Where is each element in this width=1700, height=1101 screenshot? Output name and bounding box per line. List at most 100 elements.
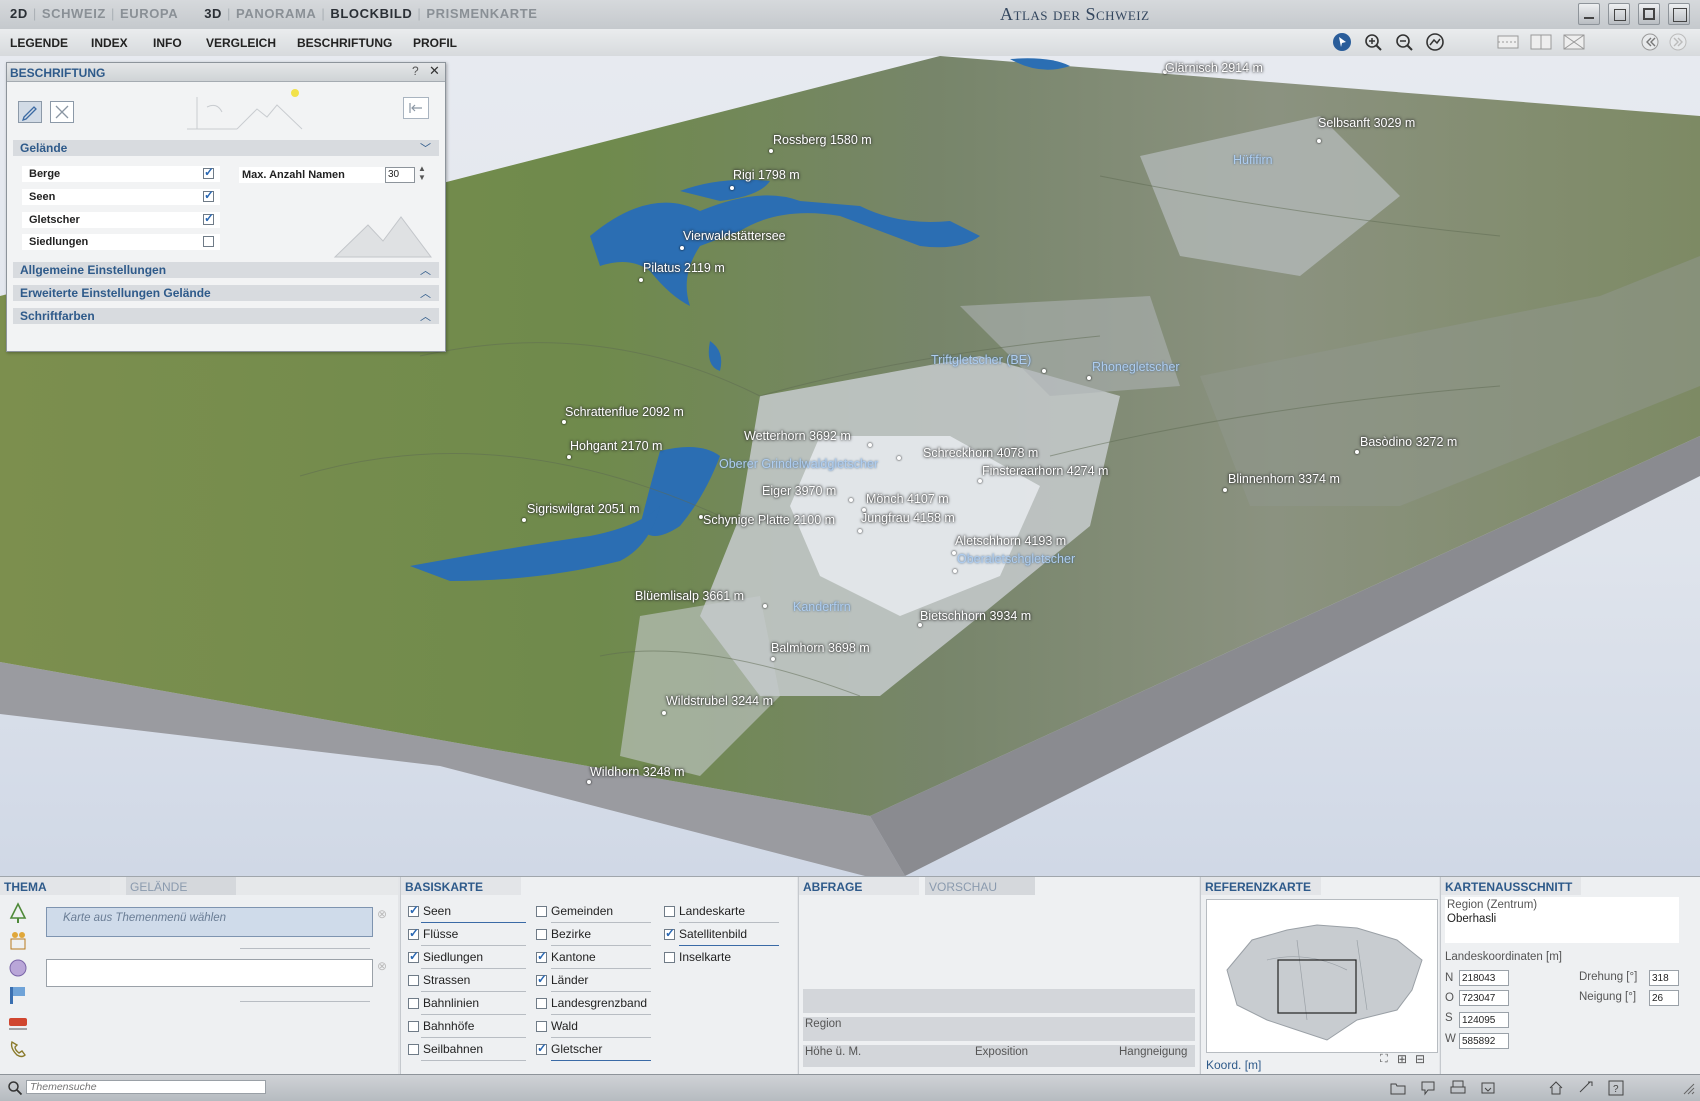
tab-vorschau[interactable]: VORSCHAU bbox=[925, 877, 1035, 895]
section-schriftfarben[interactable]: Schriftfarben ︿ bbox=[13, 308, 439, 324]
opacity-slider[interactable] bbox=[679, 945, 779, 946]
mode-schweiz[interactable]: SCHWEIZ bbox=[42, 6, 106, 21]
clear-icon[interactable]: ⊗ bbox=[377, 907, 387, 921]
tab-gelaende[interactable]: GELÄNDE bbox=[126, 877, 236, 895]
reference-map[interactable] bbox=[1206, 899, 1438, 1053]
rotate-view-icon[interactable] bbox=[1425, 32, 1445, 52]
delete-label-button[interactable] bbox=[50, 101, 74, 123]
opacity-slider[interactable] bbox=[551, 1060, 651, 1061]
option-gletscher[interactable]: Gletscher bbox=[22, 211, 220, 228]
tab-thema[interactable]: THEMA bbox=[0, 877, 110, 895]
help-icon[interactable]: ? bbox=[412, 64, 419, 78]
opacity-slider[interactable] bbox=[421, 1014, 526, 1015]
close-window-button[interactable] bbox=[1668, 3, 1690, 25]
close-icon[interactable]: ✕ bbox=[429, 63, 440, 79]
checkbox[interactable] bbox=[664, 906, 675, 917]
n-input[interactable]: 218043 bbox=[1459, 970, 1509, 986]
resize-grip-icon[interactable] bbox=[1680, 1080, 1696, 1096]
home-icon[interactable] bbox=[1548, 1080, 1564, 1096]
o-input[interactable]: 723047 bbox=[1459, 990, 1509, 1006]
zoom-in-icon[interactable] bbox=[1363, 32, 1383, 52]
opacity-slider[interactable] bbox=[421, 1060, 526, 1061]
checkbox[interactable] bbox=[408, 926, 419, 940]
w-input[interactable]: 585892 bbox=[1459, 1033, 1509, 1049]
opacity-slider[interactable] bbox=[551, 945, 651, 946]
max-names-input[interactable]: 30 bbox=[385, 167, 415, 183]
checkbox[interactable] bbox=[408, 903, 419, 917]
checkbox[interactable] bbox=[536, 1041, 547, 1055]
checkbox[interactable] bbox=[536, 1021, 547, 1032]
section-allgemeine[interactable]: Allgemeine Einstellungen ︿ bbox=[13, 262, 439, 278]
section-erweiterte[interactable]: Erweiterte Einstellungen Gelände ︿ bbox=[13, 285, 439, 301]
comment-icon[interactable] bbox=[1420, 1080, 1436, 1096]
checkbox[interactable] bbox=[664, 926, 675, 940]
clear-icon[interactable]: ⊗ bbox=[377, 959, 387, 973]
folder-icon[interactable] bbox=[1390, 1080, 1406, 1096]
fullscreen-button[interactable] bbox=[1608, 3, 1630, 25]
gletscher-checkbox[interactable] bbox=[203, 211, 214, 225]
expand-right-icon[interactable] bbox=[1668, 32, 1688, 52]
export-icon[interactable] bbox=[1480, 1080, 1496, 1096]
checkbox[interactable] bbox=[664, 952, 675, 963]
checkbox[interactable] bbox=[408, 1021, 419, 1032]
opacity-slider[interactable] bbox=[421, 991, 526, 992]
mode-2d[interactable]: 2D bbox=[10, 6, 28, 21]
print-icon[interactable] bbox=[1450, 1080, 1466, 1096]
zoom-minus-icon[interactable]: ⊟ bbox=[1415, 1052, 1425, 1066]
themensuche-input[interactable] bbox=[26, 1080, 266, 1094]
people-icon[interactable] bbox=[7, 929, 29, 951]
panel-titlebar[interactable]: BESCHRIFTUNG ? ✕ bbox=[7, 63, 445, 82]
neigung-input[interactable]: 26 bbox=[1649, 990, 1679, 1006]
checkbox[interactable] bbox=[536, 972, 547, 986]
mode-blockbild[interactable]: BLOCKBILD bbox=[330, 6, 412, 21]
pointer-icon[interactable] bbox=[1332, 32, 1352, 52]
option-berge[interactable]: Berge bbox=[22, 165, 220, 182]
phone-icon[interactable] bbox=[7, 1038, 29, 1060]
settings-icon[interactable] bbox=[1578, 1080, 1594, 1096]
option-siedlungen[interactable]: Siedlungen bbox=[22, 234, 220, 250]
help-button-icon[interactable]: ? bbox=[1608, 1080, 1624, 1096]
opacity-slider[interactable] bbox=[421, 968, 526, 969]
collapse-left-icon[interactable] bbox=[1640, 32, 1660, 52]
train-icon[interactable] bbox=[7, 1011, 29, 1033]
option-seen[interactable]: Seen bbox=[22, 188, 220, 205]
maximize-button[interactable] bbox=[1638, 3, 1660, 25]
opacity-slider[interactable] bbox=[421, 1037, 526, 1038]
thema-select[interactable]: Karte aus Themenmenü wählen bbox=[46, 907, 373, 937]
thema-secondary-select[interactable] bbox=[46, 959, 373, 987]
mode-prismenkarte[interactable]: PRISMENKARTE bbox=[426, 6, 537, 21]
opacity-slider[interactable] bbox=[421, 922, 526, 923]
opacity-slider[interactable] bbox=[679, 922, 779, 923]
mode-panorama[interactable]: PANORAMA bbox=[236, 6, 316, 21]
tree-icon[interactable] bbox=[7, 902, 29, 924]
fit-extent-icon[interactable]: ⛶ bbox=[1380, 1053, 1388, 1066]
opacity-slider[interactable] bbox=[551, 922, 651, 923]
menu-index[interactable]: INDEX bbox=[91, 36, 128, 50]
slider-track[interactable] bbox=[240, 948, 370, 949]
zoom-plus-icon[interactable]: ⊞ bbox=[1397, 1052, 1407, 1066]
opacity-slider[interactable] bbox=[551, 991, 651, 992]
mode-europa[interactable]: EUROPA bbox=[120, 6, 178, 21]
opacity-slider[interactable] bbox=[551, 1014, 651, 1015]
opacity-slider[interactable] bbox=[421, 945, 526, 946]
tab-abfrage[interactable]: ABFRAGE bbox=[799, 877, 919, 895]
checkbox[interactable] bbox=[536, 998, 547, 1009]
minimize-button[interactable] bbox=[1578, 3, 1600, 25]
zoom-out-icon[interactable] bbox=[1394, 32, 1414, 52]
berge-checkbox[interactable] bbox=[203, 165, 214, 179]
checkbox[interactable] bbox=[408, 998, 419, 1009]
menu-vergleich[interactable]: VERGLEICH bbox=[206, 36, 276, 50]
opacity-slider[interactable] bbox=[551, 1037, 651, 1038]
edit-label-button[interactable] bbox=[18, 101, 42, 123]
siedlungen-checkbox[interactable] bbox=[203, 236, 214, 247]
checkbox[interactable] bbox=[408, 949, 419, 963]
section-gelaende[interactable]: Gelände ﹀ bbox=[13, 140, 439, 156]
checkbox[interactable] bbox=[408, 975, 419, 986]
checkbox[interactable] bbox=[408, 1044, 419, 1055]
s-input[interactable]: 124095 bbox=[1459, 1012, 1509, 1028]
checkbox[interactable] bbox=[536, 949, 547, 963]
mode-3d[interactable]: 3D bbox=[204, 6, 222, 21]
no-split-icon[interactable] bbox=[1562, 32, 1586, 52]
dock-button[interactable] bbox=[403, 97, 429, 119]
stepper-icon[interactable]: ▲ ▼ bbox=[418, 164, 426, 182]
